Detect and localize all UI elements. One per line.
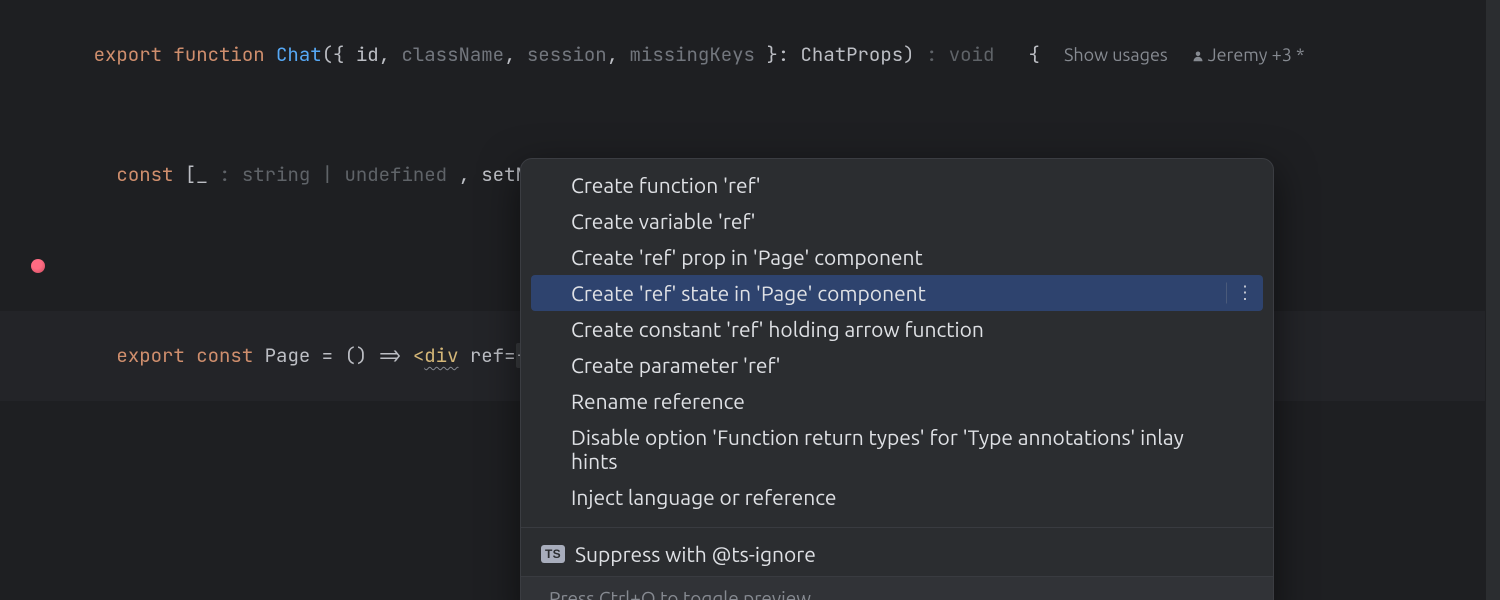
ts-icon: TS xyxy=(541,545,565,563)
divider xyxy=(521,527,1273,528)
keyword: export xyxy=(94,42,162,67)
param: id xyxy=(356,42,379,67)
intention-item[interactable]: Rename reference xyxy=(521,383,1273,419)
param: session xyxy=(527,42,607,67)
intention-item[interactable]: Create 'ref' prop in 'Page' component xyxy=(521,239,1273,275)
type-hint: : string | undefined xyxy=(208,162,459,187)
intention-item[interactable]: Create parameter 'ref' xyxy=(521,347,1273,383)
intention-bulb-icon[interactable] xyxy=(30,258,46,274)
type: ChatProps xyxy=(801,42,904,67)
identifier: Page xyxy=(265,343,311,368)
intention-item[interactable]: Disable option 'Function return types' f… xyxy=(521,419,1273,479)
intention-item[interactable]: Create 'ref' state in 'Page' component⋮ xyxy=(531,275,1263,311)
more-options-icon[interactable]: ⋮ xyxy=(1226,283,1255,304)
punct: ({ xyxy=(322,42,356,67)
show-usages-link[interactable]: Show usages xyxy=(1064,45,1168,65)
suppress-with-ts-ignore[interactable]: TS Suppress with @ts-ignore xyxy=(521,534,1273,576)
intention-list: Create function 'ref'Create variable 're… xyxy=(521,159,1273,521)
param: missingKeys xyxy=(630,42,755,67)
keyword: const xyxy=(116,162,173,187)
return-type-hint: : void xyxy=(915,42,1006,67)
param: className xyxy=(401,42,504,67)
blank-line[interactable] xyxy=(0,100,1500,130)
popup-footer-hint: Press Ctrl+Q to toggle preview xyxy=(521,576,1273,600)
intention-item[interactable]: Inject language or reference xyxy=(521,479,1273,515)
intention-item[interactable]: Create constant 'ref' holding arrow func… xyxy=(521,311,1273,347)
intention-item[interactable]: Create function 'ref' xyxy=(521,167,1273,203)
intention-actions-popup: Create function 'ref'Create variable 're… xyxy=(520,158,1274,600)
suppress-label: Suppress with @ts-ignore xyxy=(575,542,816,566)
keyword: function xyxy=(173,42,264,67)
intention-item[interactable]: Create variable 'ref' xyxy=(521,203,1273,239)
editor-scrollbar[interactable] xyxy=(1485,0,1500,600)
person-icon xyxy=(1192,50,1204,62)
jsx-tag: div xyxy=(424,343,458,368)
author-annotation[interactable]: Jeremy +3 * xyxy=(1192,45,1305,65)
function-name: Chat xyxy=(276,42,322,67)
code-line[interactable]: export function Chat({ id, className, se… xyxy=(0,10,1500,100)
